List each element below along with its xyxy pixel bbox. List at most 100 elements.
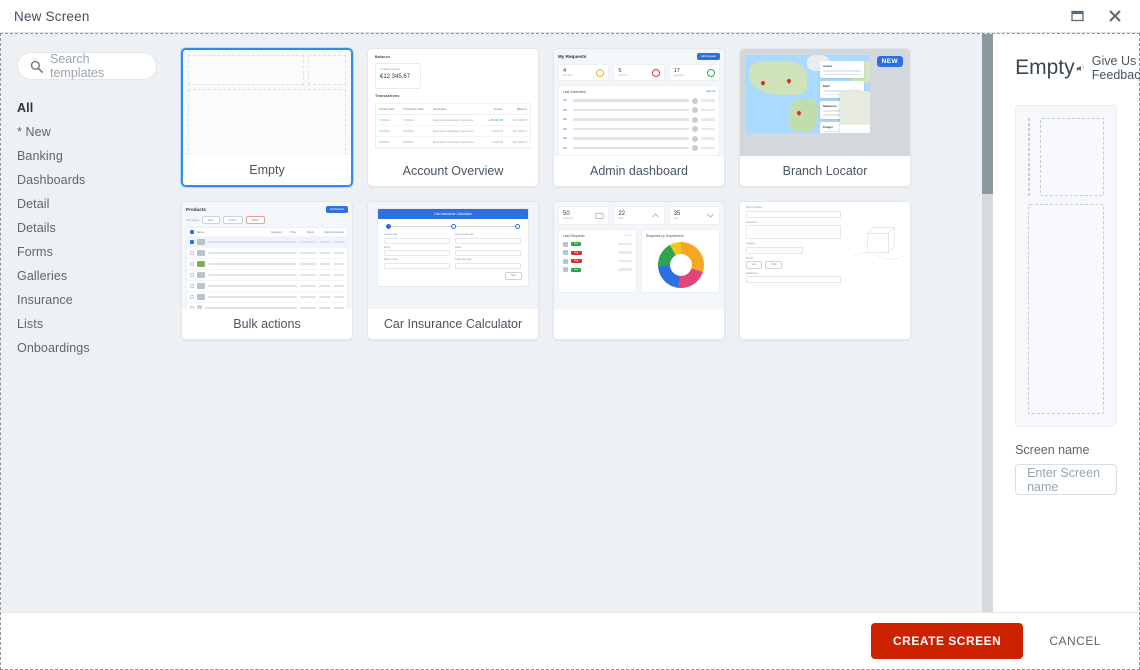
sidebar-item-lists[interactable]: Lists bbox=[17, 312, 171, 336]
sidebar-item-insurance[interactable]: Insurance bbox=[17, 288, 171, 312]
template-card-account-overview[interactable]: Balance Available balance €12 345,67 Tra… bbox=[367, 48, 539, 187]
table-row bbox=[187, 281, 347, 292]
table-row: 01/02/21 01/02/21 Movement description g… bbox=[376, 126, 530, 137]
dialog-footer: CREATE SCREEN CANCEL bbox=[1, 612, 1139, 669]
category-list: All * New Banking Dashboards Detail Deta… bbox=[1, 96, 171, 360]
sidebar-item-galleries[interactable]: Galleries bbox=[17, 264, 171, 288]
template-name: Account Overview bbox=[368, 156, 538, 186]
mockup-title: Products bbox=[186, 207, 206, 212]
gallery-scrollbar-track[interactable] bbox=[982, 34, 994, 612]
declined-icon bbox=[651, 68, 660, 77]
list-title: Last Requests bbox=[563, 234, 585, 238]
phone-map bbox=[840, 91, 870, 125]
car-insurance-mockup: Car Insurance Calculator License plate L… bbox=[368, 202, 538, 309]
sidebar-item-new[interactable]: * New bbox=[17, 120, 171, 144]
template-gallery: Empty Balance Available balance €12 345,… bbox=[171, 34, 982, 612]
bulk-action-bar: Bulk actions Move Archive Delete bbox=[186, 216, 348, 224]
list-item: 006 bbox=[563, 145, 715, 151]
form-field: Model bbox=[455, 246, 521, 256]
step-connector bbox=[391, 226, 451, 227]
field-label: Category bbox=[746, 243, 756, 245]
table-row bbox=[187, 259, 347, 270]
sidebar-item-forms[interactable]: Forms bbox=[17, 240, 171, 264]
template-card-empty[interactable]: Empty bbox=[181, 48, 353, 187]
cell-balance: €12 345,67 bbox=[513, 118, 527, 122]
sidebar-item-banking[interactable]: Banking bbox=[17, 144, 171, 168]
add-request-button: Add Request bbox=[697, 53, 720, 60]
close-button[interactable] bbox=[1096, 1, 1134, 31]
column-header: Stock Reserved bbox=[324, 230, 344, 234]
pending-icon bbox=[596, 68, 605, 77]
last-submitted-list: Last Submitted View All 001 002 003 004 … bbox=[558, 85, 720, 156]
stat-label: Approved bbox=[673, 74, 684, 77]
requests-overview-mockup: 50 Requests 22 High 35 Low Last Requests… bbox=[554, 202, 724, 309]
map-graphic: Acacia Dijón Nakamoto Krieger bbox=[745, 55, 870, 133]
stat-label: Requests bbox=[563, 217, 574, 220]
table-row bbox=[187, 292, 347, 303]
stat-card: 4 Pending bbox=[558, 64, 610, 81]
column-header: Balance bbox=[516, 107, 527, 111]
chevron-down-icon bbox=[707, 213, 714, 218]
bulk-chip-move: Move bbox=[201, 216, 220, 224]
bulk-chip-delete: Delete bbox=[245, 216, 265, 224]
chart-title: Requests by Department bbox=[646, 234, 684, 238]
account-overview-mockup: Balance Available balance €12 345,67 Tra… bbox=[368, 49, 538, 156]
table-row: 01/02/21 01/02/21 Movement description g… bbox=[376, 115, 530, 126]
template-card-branch-locator[interactable]: Acacia Dijón Nakamoto Krieger NEW Branch… bbox=[739, 48, 911, 187]
column-header: Amount bbox=[493, 107, 503, 111]
stat-row: 50 Requests 22 High 35 Low bbox=[558, 206, 720, 225]
maximize-button[interactable] bbox=[1058, 1, 1096, 31]
mockup-body: Last Requests ——— New High High New Requ… bbox=[558, 229, 720, 293]
sidebar-item-onboardings[interactable]: Onboardings bbox=[17, 336, 171, 360]
megaphone-icon bbox=[1075, 63, 1084, 71]
field-label: Model bbox=[455, 246, 462, 249]
view-all-link: View All bbox=[705, 90, 715, 93]
cell-amount: - €123,45 bbox=[491, 140, 503, 144]
sidebar-item-dashboards[interactable]: Dashboards bbox=[17, 168, 171, 192]
template-card-admin-dashboard[interactable]: My Requests Add Request 4 Pending 5 Decl… bbox=[553, 48, 725, 187]
sidebar-item-details[interactable]: Details bbox=[17, 216, 171, 240]
create-screen-button[interactable]: CREATE SCREEN bbox=[871, 623, 1024, 659]
new-badge: NEW bbox=[876, 56, 903, 67]
column-header: Stock bbox=[307, 230, 314, 234]
cancel-button[interactable]: CANCEL bbox=[1045, 623, 1105, 659]
template-card-request-form[interactable]: Request subject Description Category Pri… bbox=[739, 201, 911, 340]
gallery-scrollbar-thumb[interactable] bbox=[982, 34, 994, 194]
screen-name-input[interactable]: Enter Screen name bbox=[1015, 464, 1117, 495]
table-header-row: Name Category Price Stock Stock Reserved bbox=[187, 228, 347, 237]
field-label: Description bbox=[746, 221, 758, 224]
stat-card: 35 Low bbox=[668, 206, 720, 225]
give-feedback-link[interactable]: Give Us Feedback bbox=[1075, 54, 1140, 82]
template-name bbox=[554, 309, 724, 339]
template-card-car-insurance[interactable]: Car Insurance Calculator License plate L… bbox=[367, 201, 539, 340]
form-field: Model version bbox=[384, 259, 450, 269]
placeholder-block bbox=[188, 89, 346, 155]
preview-row bbox=[1028, 118, 1104, 196]
cell-amount: + €1 115,45 bbox=[488, 118, 503, 122]
stat-card: 17 Approved bbox=[668, 64, 720, 81]
stat-label: Low bbox=[673, 217, 679, 220]
sidebar-item-all[interactable]: All bbox=[17, 96, 171, 120]
form-column: Request subject Description Category Pri… bbox=[746, 207, 841, 304]
list-item: 002 bbox=[563, 107, 715, 113]
balance-card: Available balance €12 345,67 bbox=[375, 63, 421, 89]
template-name: Bulk actions bbox=[182, 309, 352, 339]
list-item: High bbox=[563, 258, 632, 264]
dialog-body: Search templates All * New Banking Dashb… bbox=[0, 33, 1140, 670]
stat-card: 5 Declined bbox=[613, 64, 665, 81]
column-header: Category bbox=[271, 230, 283, 234]
placeholder-block bbox=[308, 55, 346, 85]
stat-row: 4 Pending 5 Declined 17 Approved bbox=[558, 64, 720, 81]
cell-balance: €12 345,67 bbox=[513, 129, 527, 133]
sidebar-item-detail[interactable]: Detail bbox=[17, 192, 171, 216]
products-table: Name Category Price Stock Stock Reserved bbox=[186, 227, 348, 309]
search-input[interactable]: Search templates bbox=[17, 52, 157, 80]
column-header: Price bbox=[290, 230, 297, 234]
template-card-bulk-actions[interactable]: Products Add Product Bulk actions Move A… bbox=[181, 201, 353, 340]
template-thumbnail: Products Add Product Bulk actions Move A… bbox=[182, 202, 352, 309]
stat-card: 22 High bbox=[613, 206, 665, 225]
placeholder-block bbox=[188, 55, 304, 85]
list-item: 005 bbox=[563, 135, 715, 142]
template-name: Admin dashboard bbox=[554, 156, 724, 186]
template-card-requests-overview[interactable]: 50 Requests 22 High 35 Low Last Requests… bbox=[553, 201, 725, 340]
